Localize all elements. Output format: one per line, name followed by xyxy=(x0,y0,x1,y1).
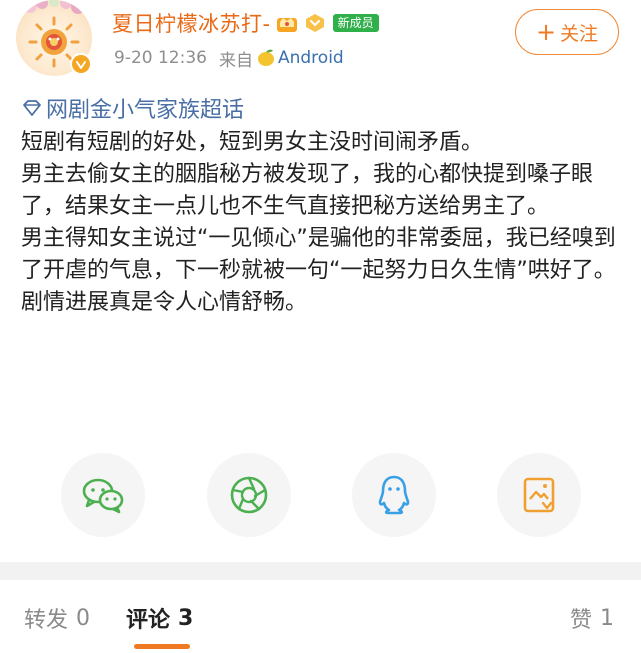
moments-icon xyxy=(230,476,268,514)
verified-icon xyxy=(70,53,92,75)
device-link[interactable]: Android xyxy=(278,48,344,68)
post-paragraph: 男主去偷女主的胭脂秘方被发现了，我的心都快提到嗓子眼了，结果女主一点儿也不生气直… xyxy=(21,162,594,219)
save-image-icon xyxy=(523,477,555,513)
tab-repost-count: 0 xyxy=(76,605,91,631)
tab-repost-label: 转发 xyxy=(24,608,69,633)
super-topic-label: 网剧金小气家族超话 xyxy=(46,98,245,123)
username-row: 夏日柠檬冰苏打- 新成员 xyxy=(112,8,379,38)
tab-comment[interactable]: 评论 3 xyxy=(126,601,193,635)
follow-label: 关注 xyxy=(560,22,599,45)
share-wechat-button[interactable] xyxy=(61,453,145,537)
post-meta: 9-20 12:36 来自 Android xyxy=(114,45,344,71)
active-tab-indicator xyxy=(134,644,190,649)
lemon-icon xyxy=(255,48,277,68)
tab-comment-label: 评论 xyxy=(126,608,171,633)
post-time: 9-20 12:36 xyxy=(114,48,207,68)
tab-like[interactable]: 赞 1 xyxy=(570,601,614,635)
post-paragraph: 剧情进展真是令人心情舒畅。 xyxy=(21,290,308,315)
diamond-icon xyxy=(21,99,43,117)
post-paragraph: 短剧有短剧的好处，短到男女主没时间闹矛盾。 xyxy=(21,130,484,155)
share-qq-button[interactable] xyxy=(352,453,436,537)
wechat-icon xyxy=(82,478,124,514)
plus-icon: + xyxy=(535,18,557,46)
new-member-badge: 新成员 xyxy=(332,14,379,32)
tab-comment-count: 3 xyxy=(178,605,194,631)
post-paragraph: 男主得知女主说过“一见倾心”是骗他的非常委屈，我已经嗅到了开虐的气息，下一秒就被… xyxy=(21,226,616,283)
share-moments-button[interactable] xyxy=(207,453,291,537)
super-topic-link[interactable]: 网剧金小气家族超话 xyxy=(21,92,244,124)
vip-crown-icon[interactable] xyxy=(275,12,299,34)
source-label: 来自 xyxy=(218,50,253,71)
save-image-button[interactable] xyxy=(497,453,581,537)
tab-like-label: 赞 xyxy=(570,608,593,633)
username[interactable]: 夏日柠檬冰苏打- xyxy=(112,8,271,38)
follow-button[interactable]: + 关注 xyxy=(515,9,619,55)
post-body: 短剧有短剧的好处，短到男女主没时间闹矛盾。 男主去偷女主的胭脂秘方被发现了，我的… xyxy=(21,127,621,319)
tab-repost[interactable]: 转发 0 xyxy=(24,601,90,635)
qq-icon xyxy=(378,475,410,515)
tab-like-count: 1 xyxy=(600,605,615,631)
level-icon[interactable] xyxy=(303,12,327,34)
section-divider xyxy=(0,562,641,580)
